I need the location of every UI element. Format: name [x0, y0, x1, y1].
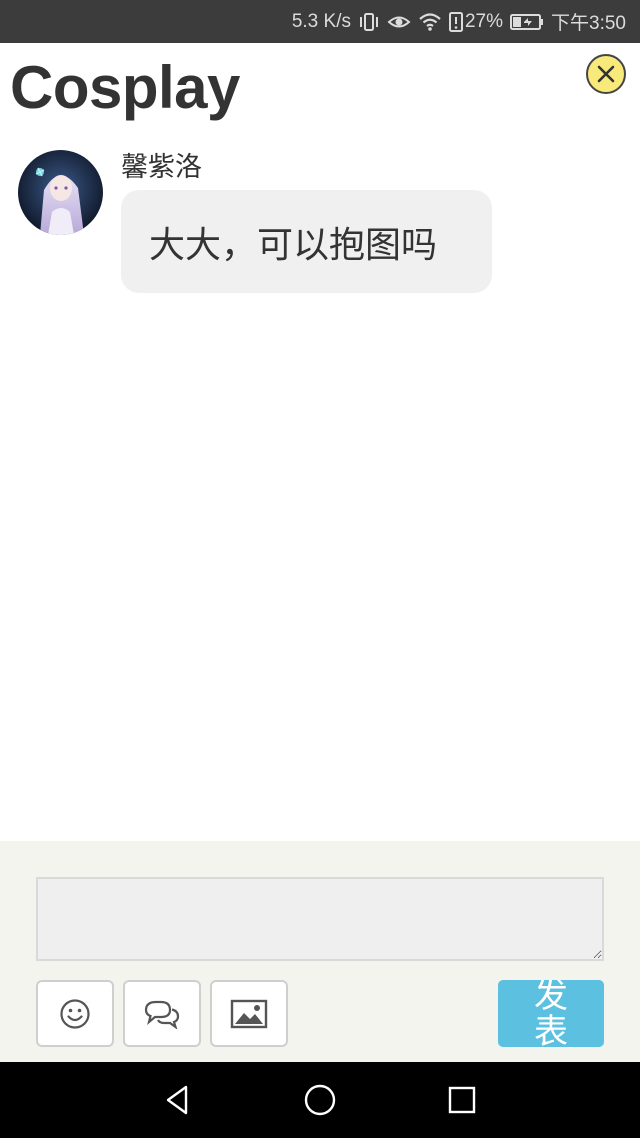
page-title: Cosplay	[10, 54, 240, 121]
message-input[interactable]	[36, 877, 604, 961]
network-speed: 5.3 K/s	[291, 10, 351, 32]
emoji-icon	[60, 998, 90, 1029]
header: Cosplay	[0, 43, 640, 135]
image-icon	[230, 999, 268, 1028]
chat-screen: 5.3 K/s 27% 下午3:50 Cosplay 馨紫洛 大大，可以抱图吗 …	[0, 0, 640, 1138]
battery-icon	[510, 13, 544, 31]
recents-icon[interactable]	[444, 1082, 480, 1118]
sender-name: 馨紫洛	[121, 152, 202, 183]
home-icon[interactable]	[302, 1082, 338, 1118]
image-button[interactable]	[210, 980, 288, 1047]
close-button[interactable]	[586, 54, 626, 94]
chat-list[interactable]: 馨紫洛 大大，可以抱图吗	[0, 135, 640, 841]
eye-comfort-icon	[387, 13, 411, 31]
back-icon[interactable]	[160, 1082, 196, 1118]
navigation-bar	[0, 1062, 640, 1138]
chat-bubbles-icon	[144, 1000, 180, 1029]
composer: 发表	[0, 841, 640, 1062]
battery-percent: 27%	[464, 10, 504, 32]
wifi-icon	[418, 12, 442, 32]
send-button[interactable]: 发表	[498, 980, 604, 1047]
close-icon	[597, 65, 615, 83]
sim-alert-icon	[448, 11, 463, 32]
send-label: 发表	[534, 980, 568, 1047]
message-bubble[interactable]: 大大，可以抱图吗	[121, 190, 492, 293]
clock: 下午3:50	[551, 13, 626, 34]
quote-button[interactable]	[123, 980, 201, 1047]
emoji-button[interactable]	[36, 980, 114, 1047]
status-bar: 5.3 K/s 27% 下午3:50	[0, 0, 640, 43]
message-item: 馨紫洛 大大，可以抱图吗	[0, 135, 640, 305]
avatar[interactable]	[18, 150, 103, 235]
vibrate-icon	[358, 12, 380, 32]
